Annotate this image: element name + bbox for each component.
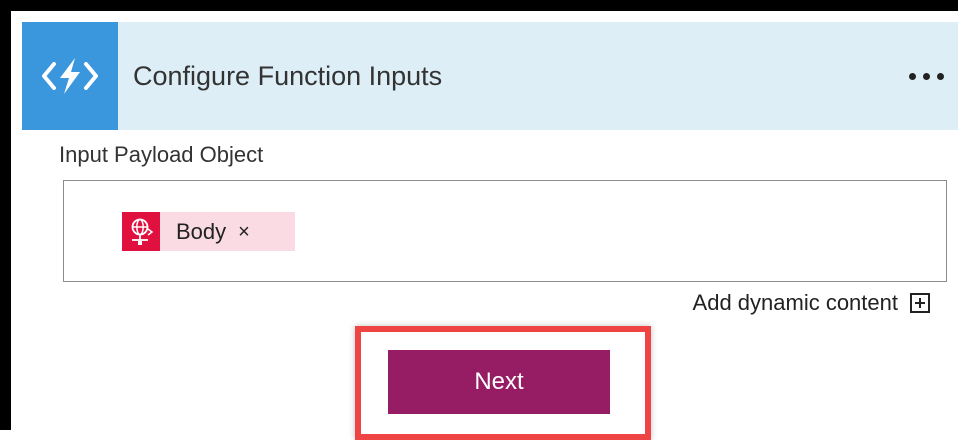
window-frame: Configure Function Inputs Input Payload …: [0, 0, 958, 440]
ellipsis-icon: [909, 72, 916, 80]
dynamic-content-token[interactable]: Body ×: [122, 212, 295, 251]
add-box-icon: [910, 293, 930, 313]
remove-token-icon[interactable]: ×: [238, 222, 250, 242]
next-button[interactable]: Next: [388, 350, 610, 414]
azure-function-icon: [22, 22, 118, 130]
more-options-button[interactable]: [909, 22, 944, 130]
add-dynamic-content-label: Add dynamic content: [692, 290, 898, 315]
card-title: Configure Function Inputs: [133, 61, 443, 91]
input-payload-label: Input Payload Object: [59, 142, 264, 167]
token-label: Body: [176, 218, 227, 244]
http-request-icon: [122, 212, 160, 251]
ellipsis-icon: [923, 72, 930, 80]
action-card: Configure Function Inputs Input Payload …: [22, 22, 958, 440]
card-header[interactable]: Configure Function Inputs: [22, 22, 958, 130]
ellipsis-icon: [937, 72, 944, 80]
input-payload-field[interactable]: Body ×: [63, 180, 947, 282]
add-dynamic-content-link[interactable]: Add dynamic content: [693, 285, 930, 321]
